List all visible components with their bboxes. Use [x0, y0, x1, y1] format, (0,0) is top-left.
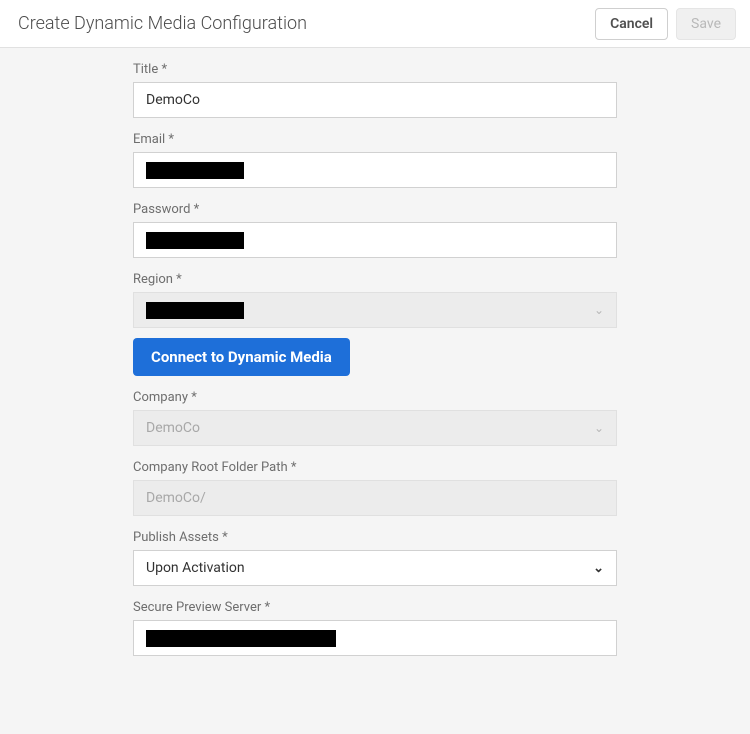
- chevron-down-icon: ⌄: [593, 561, 604, 576]
- company-root-group: Company Root Folder Path *: [133, 460, 617, 516]
- redacted-content: [146, 162, 244, 179]
- title-input[interactable]: [133, 82, 617, 118]
- secure-preview-input[interactable]: [133, 620, 617, 656]
- redacted-content: [146, 232, 244, 249]
- publish-assets-value: Upon Activation: [146, 560, 245, 576]
- title-group: Title *: [133, 62, 617, 118]
- redacted-content: [146, 630, 336, 647]
- company-value: DemoCo: [146, 420, 200, 436]
- password-group: Password *: [133, 202, 617, 258]
- email-input[interactable]: [133, 152, 617, 188]
- config-form: Title * Email * Password * Region * ⌄ Co…: [133, 62, 617, 670]
- form-container: Title * Email * Password * Region * ⌄ Co…: [0, 48, 750, 670]
- cancel-button[interactable]: Cancel: [595, 8, 668, 40]
- publish-assets-select[interactable]: Upon Activation ⌄: [133, 550, 617, 586]
- publish-assets-group: Publish Assets * Upon Activation ⌄: [133, 530, 617, 586]
- company-root-input: [133, 480, 617, 516]
- secure-preview-label: Secure Preview Server *: [133, 600, 617, 615]
- company-label: Company *: [133, 390, 617, 405]
- header-actions: Cancel Save: [595, 8, 736, 40]
- chevron-down-icon: ⌄: [594, 303, 604, 317]
- publish-assets-label: Publish Assets *: [133, 530, 617, 545]
- company-root-label: Company Root Folder Path *: [133, 460, 617, 475]
- company-select: DemoCo ⌄: [133, 410, 617, 446]
- connect-button[interactable]: Connect to Dynamic Media: [133, 338, 350, 376]
- password-input[interactable]: [133, 222, 617, 258]
- header-bar: Create Dynamic Media Configuration Cance…: [0, 0, 750, 48]
- title-label: Title *: [133, 62, 617, 77]
- region-label: Region *: [133, 272, 617, 287]
- email-label: Email *: [133, 132, 617, 147]
- region-group: Region * ⌄: [133, 272, 617, 328]
- company-group: Company * DemoCo ⌄: [133, 390, 617, 446]
- email-group: Email *: [133, 132, 617, 188]
- region-select[interactable]: ⌄: [133, 292, 617, 328]
- redacted-content: [146, 302, 244, 319]
- chevron-down-icon: ⌄: [594, 421, 604, 435]
- password-label: Password *: [133, 202, 617, 217]
- secure-preview-group: Secure Preview Server *: [133, 600, 617, 656]
- save-button: Save: [676, 8, 736, 40]
- page-title: Create Dynamic Media Configuration: [18, 13, 307, 34]
